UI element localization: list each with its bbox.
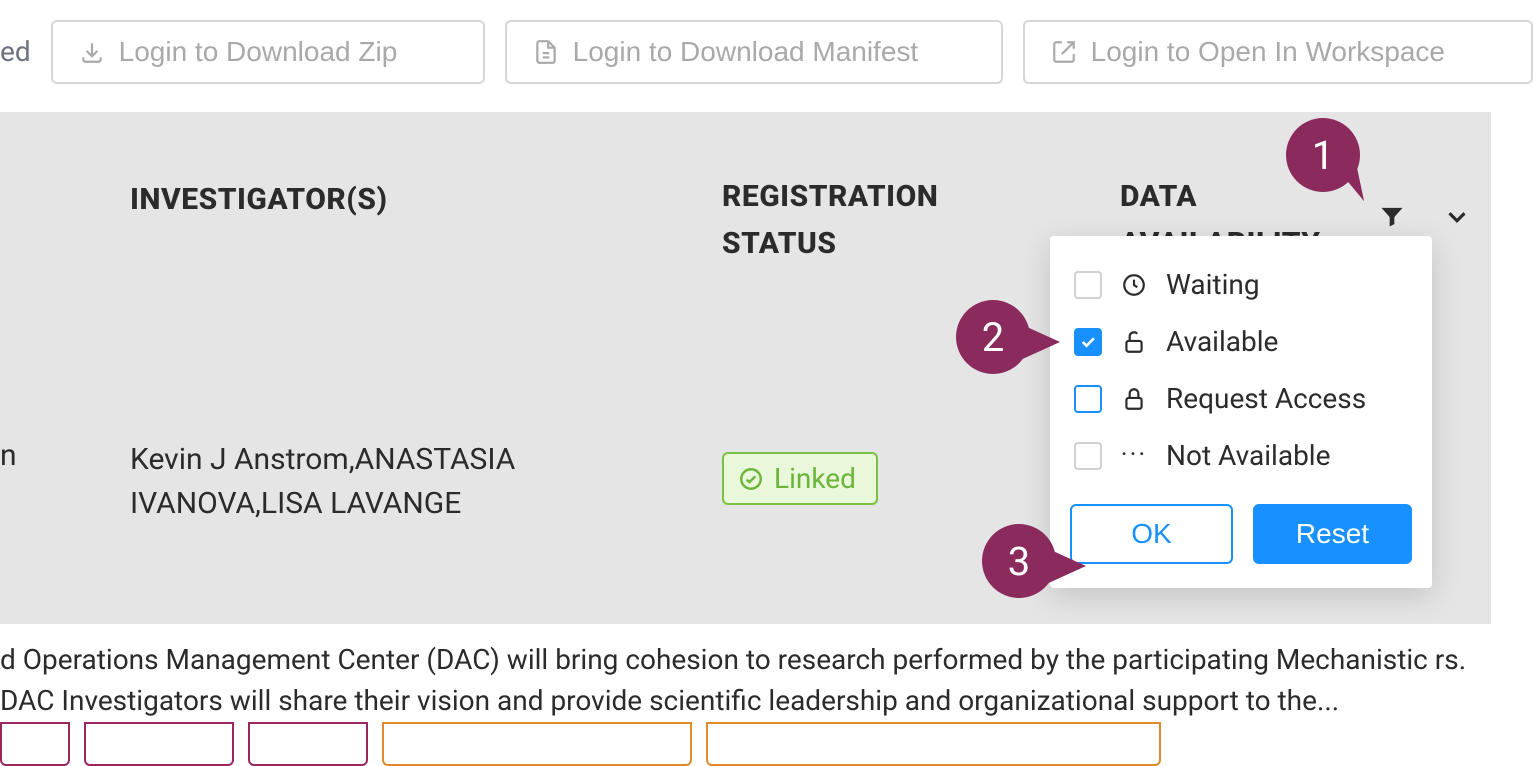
export-icon — [1051, 39, 1077, 65]
download-icon — [79, 39, 105, 65]
filter-reset-label: Reset — [1296, 518, 1369, 549]
filter-option-not-available-label: Not Available — [1166, 439, 1330, 472]
checkbox-request-access[interactable] — [1074, 385, 1102, 413]
status-badge-linked: Linked — [722, 452, 878, 505]
data-availability-filter-dropdown: Waiting Available Request Access ··· Not… — [1050, 236, 1432, 588]
top-bar: ed Login to Download Zip Login to Downlo… — [0, 20, 1516, 84]
filter-ok-label: OK — [1131, 518, 1171, 549]
check-circle-icon — [738, 466, 764, 492]
filter-option-not-available[interactable]: ··· Not Available — [1070, 427, 1412, 484]
checkbox-not-available[interactable] — [1074, 442, 1102, 470]
expand-column-button[interactable] — [1440, 200, 1474, 234]
page-edge-text-left: ed — [0, 38, 31, 66]
filter-icon[interactable] — [1378, 202, 1406, 230]
file-icon — [533, 39, 559, 65]
column-header-data-avail-l1: DATA — [1120, 179, 1197, 214]
chevron-down-icon — [1442, 202, 1472, 232]
tag-pill[interactable] — [706, 722, 1161, 766]
description-paragraph: d Operations Management Center (DAC) wil… — [0, 640, 1496, 721]
filter-option-waiting-label: Waiting — [1166, 268, 1260, 301]
login-download-manifest-button[interactable]: Login to Download Manifest — [505, 20, 1003, 84]
filter-option-request-access-label: Request Access — [1166, 382, 1366, 415]
ellipsis-icon: ··· — [1120, 442, 1148, 470]
login-download-zip-label: Login to Download Zip — [119, 36, 398, 68]
column-header-registration-l1: REGISTRATION — [722, 179, 938, 214]
checkbox-available[interactable] — [1074, 328, 1102, 356]
filter-option-waiting[interactable]: Waiting — [1070, 256, 1412, 313]
filter-option-available[interactable]: Available — [1070, 313, 1412, 370]
row-investigators-value: Kevin J Anstrom,ANASTASIA IVANOVA,LISA L… — [130, 438, 670, 525]
tag-pill[interactable] — [382, 722, 692, 766]
top-buttons: Login to Download Zip Login to Download … — [51, 20, 1533, 84]
unlock-icon — [1120, 328, 1148, 356]
column-header-registration-status: REGISTRATION STATUS — [722, 174, 938, 267]
filter-actions: OK Reset — [1070, 504, 1412, 564]
filter-ok-button[interactable]: OK — [1070, 504, 1233, 564]
column-header-registration-l2: STATUS — [722, 226, 836, 261]
column-header-investigators: INVESTIGATOR(S) — [130, 182, 388, 217]
login-open-workspace-button[interactable]: Login to Open In Workspace — [1023, 20, 1533, 84]
login-download-zip-button[interactable]: Login to Download Zip — [51, 20, 485, 84]
lock-icon — [1120, 385, 1148, 413]
checkbox-waiting[interactable] — [1074, 271, 1102, 299]
status-badge-label: Linked — [774, 462, 856, 495]
login-download-manifest-label: Login to Download Manifest — [573, 36, 919, 68]
tag-pill[interactable] — [0, 722, 70, 766]
clock-icon — [1120, 271, 1148, 299]
filter-option-request-access[interactable]: Request Access — [1070, 370, 1412, 427]
tag-pill[interactable] — [84, 722, 234, 766]
tag-pill[interactable] — [248, 722, 368, 766]
filter-reset-button[interactable]: Reset — [1253, 504, 1412, 564]
filter-option-available-label: Available — [1166, 325, 1278, 358]
login-open-workspace-label: Login to Open In Workspace — [1091, 36, 1445, 68]
tag-row — [0, 722, 1161, 766]
row-edge-text-left: n — [0, 438, 17, 473]
